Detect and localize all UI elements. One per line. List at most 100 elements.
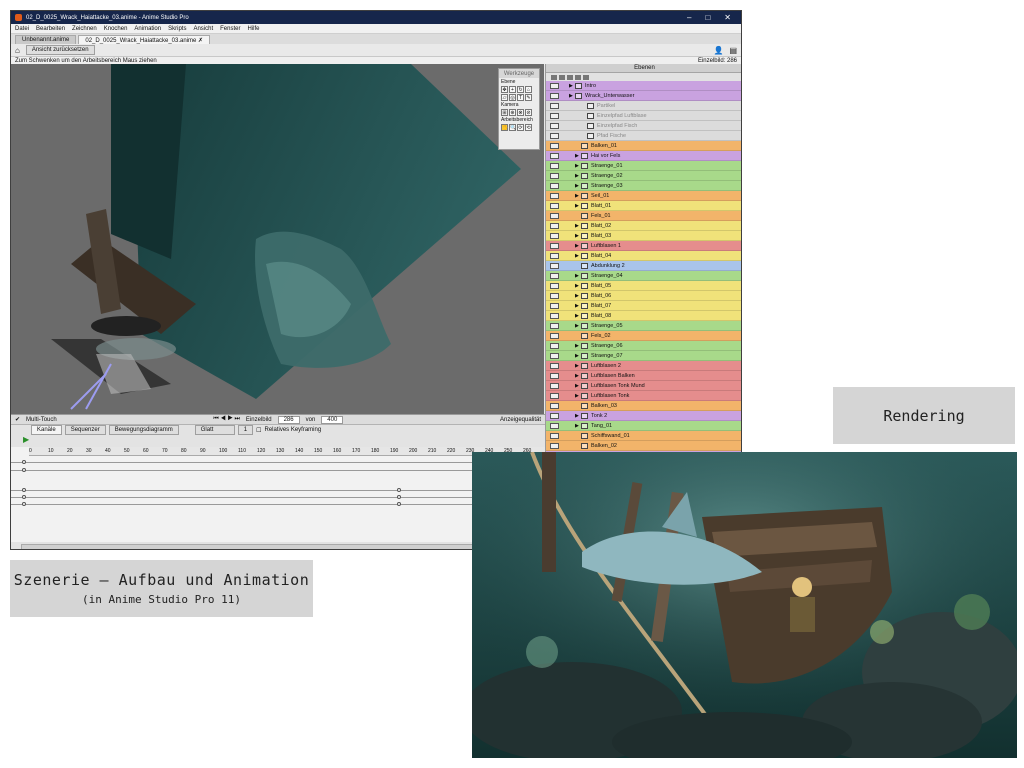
move-icon[interactable]: +	[509, 86, 516, 93]
interpolation-select[interactable]: Glatt	[194, 425, 235, 435]
visibility-icon[interactable]	[550, 182, 559, 189]
hand-icon[interactable]: ✋	[501, 124, 508, 131]
layer-row[interactable]: ▶ Blatt_04	[546, 251, 741, 261]
visibility-icon[interactable]	[550, 282, 559, 289]
layer-row[interactable]: ▶ Blatt_03	[546, 231, 741, 241]
tab-channels[interactable]: Kanäle	[31, 425, 62, 435]
camera-zoom-icon[interactable]: ⊕	[509, 109, 516, 116]
rotate-icon[interactable]: ↻	[517, 86, 524, 93]
keyframe-marker[interactable]	[397, 488, 401, 492]
layer-row[interactable]: ▶ Tang_01	[546, 421, 741, 431]
layer-row[interactable]: ▶ Luftblasen 2	[546, 361, 741, 371]
step-select[interactable]: 1	[237, 425, 254, 435]
layer-tool-icon[interactable]: ▱	[501, 94, 508, 101]
visibility-icon[interactable]	[550, 342, 559, 349]
layer-row[interactable]: ▶ Hai vor Fels	[546, 151, 741, 161]
layer-row[interactable]: ▶ Straenge_06	[546, 341, 741, 351]
visibility-icon[interactable]	[550, 242, 559, 249]
layer-row[interactable]: ▶ Straenge_04	[546, 271, 741, 281]
menu-ansicht[interactable]: Ansicht	[193, 26, 213, 32]
keyframe-marker[interactable]	[22, 502, 26, 506]
layer-row[interactable]: Fels_02	[546, 331, 741, 341]
tab-motion-graph[interactable]: Bewegungsdiagramm	[108, 425, 179, 435]
layer-row[interactable]: ▶ Wrack_Unterwasser	[546, 91, 741, 101]
tab-sequencer[interactable]: Sequenzer	[64, 425, 106, 435]
layer-row[interactable]: Abdunklung 2	[546, 261, 741, 271]
layer-row[interactable]: ▶ Luftblasen 1	[546, 241, 741, 251]
visibility-icon[interactable]	[550, 92, 559, 99]
playback-controls[interactable]: ⏮ ◀ ▶ ⏭	[213, 416, 240, 423]
workspace-canvas[interactable]	[11, 64, 544, 414]
menu-zeichnen[interactable]: Zeichnen	[72, 26, 97, 32]
layer-row[interactable]: ▶ Straenge_01	[546, 161, 741, 171]
layer-row[interactable]: ▶ Straenge_03	[546, 181, 741, 191]
layer-row[interactable]: Einzelpfad Luftblase	[546, 111, 741, 121]
visibility-icon[interactable]	[550, 292, 559, 299]
delete-layer-icon[interactable]	[567, 74, 573, 80]
visibility-icon[interactable]	[550, 402, 559, 409]
visibility-icon[interactable]	[550, 132, 559, 139]
layer-row[interactable]: Fels_01	[546, 211, 741, 221]
visibility-icon[interactable]	[550, 262, 559, 269]
visibility-icon[interactable]	[550, 392, 559, 399]
visibility-icon[interactable]	[550, 202, 559, 209]
home-icon[interactable]: ⌂	[15, 46, 20, 55]
layer-row[interactable]: Balken_03	[546, 401, 741, 411]
timeline-ruler[interactable]: 0 10 20 30 40 50 60 70 80 90 100 110 120 130 140 150 160…	[29, 447, 545, 456]
eyedropper-icon[interactable]: ✎	[525, 94, 532, 101]
layer-row[interactable]: ▶ Straenge_02	[546, 171, 741, 181]
visibility-icon[interactable]	[550, 192, 559, 199]
layer-row[interactable]: ▶ Blatt_07	[546, 301, 741, 311]
layer-row[interactable]: Partikel	[546, 101, 741, 111]
visibility-icon[interactable]	[550, 302, 559, 309]
visibility-icon[interactable]	[550, 412, 559, 419]
visibility-icon[interactable]	[550, 312, 559, 319]
visibility-icon[interactable]	[550, 162, 559, 169]
play-icon[interactable]: ▶	[23, 435, 29, 444]
layer-row[interactable]: ▶ Luftblasen Balken	[546, 371, 741, 381]
layer-row[interactable]: ▶ Blatt_08	[546, 311, 741, 321]
layer-folder-icon[interactable]	[583, 74, 589, 80]
visibility-icon[interactable]	[550, 422, 559, 429]
layer-row[interactable]: ▶ Straenge_07	[546, 351, 741, 361]
menu-fenster[interactable]: Fenster	[220, 26, 240, 32]
layer-row[interactable]: ▶ Seil_01	[546, 191, 741, 201]
multitouch-checkbox[interactable]: ✔	[15, 416, 20, 423]
close-icon[interactable]: ✕	[724, 13, 731, 22]
layer-settings-icon[interactable]	[575, 74, 581, 80]
user-icon[interactable]: 👤	[713, 46, 723, 55]
layer-row[interactable]: ▶ Luftblasen Tonk	[546, 391, 741, 401]
rotate-workspace-icon[interactable]: ⟳	[517, 124, 524, 131]
orbit-workspace-icon[interactable]: ⟲	[525, 124, 532, 131]
visibility-icon[interactable]	[550, 232, 559, 239]
tab-active-document[interactable]: 02_D_0025_Wrack_Haiattacke_03.anime ✗	[78, 35, 211, 44]
layer-row[interactable]: ▶ Blatt_05	[546, 281, 741, 291]
new-layer-icon[interactable]	[551, 74, 557, 80]
layer-row[interactable]: ▶ Intro	[546, 81, 741, 91]
visibility-icon[interactable]	[550, 82, 559, 89]
keyframe-marker[interactable]	[397, 495, 401, 499]
keyframe-marker[interactable]	[22, 468, 26, 472]
tab-unbenannt[interactable]: Unbenannt.anime	[15, 35, 77, 44]
menu-knochen[interactable]: Knochen	[104, 26, 128, 32]
bone-icon[interactable]: ⌂	[525, 86, 532, 93]
visibility-icon[interactable]	[550, 272, 559, 279]
orbit-icon[interactable]: ◎	[509, 94, 516, 101]
menu-skripts[interactable]: Skripts	[168, 26, 186, 32]
layer-row[interactable]: ▶ Straenge_05	[546, 321, 741, 331]
zoom-icon[interactable]: 🔍	[509, 124, 516, 131]
visibility-icon[interactable]	[550, 352, 559, 359]
menu-bearbeiten[interactable]: Bearbeiten	[36, 26, 65, 32]
layer-row[interactable]: ▶ Tonk 2	[546, 411, 741, 421]
timeline-area[interactable]: 0 10 20 30 40 50 60 70 80 90 100 110 120 130 140 150 160…	[11, 447, 545, 542]
visibility-icon[interactable]	[550, 112, 559, 119]
menu-hilfe[interactable]: Hilfe	[247, 26, 259, 32]
minimize-icon[interactable]: –	[687, 13, 691, 22]
keyframe-marker[interactable]	[22, 488, 26, 492]
layer-row[interactable]: ▶ Blatt_01	[546, 201, 741, 211]
end-frame-input[interactable]: 400	[321, 415, 344, 424]
layer-row[interactable]: Pfad Fische	[546, 131, 741, 141]
visibility-icon[interactable]	[550, 442, 559, 449]
visibility-icon[interactable]	[550, 372, 559, 379]
layer-row[interactable]: Einzelpfad Fisch	[546, 121, 741, 131]
